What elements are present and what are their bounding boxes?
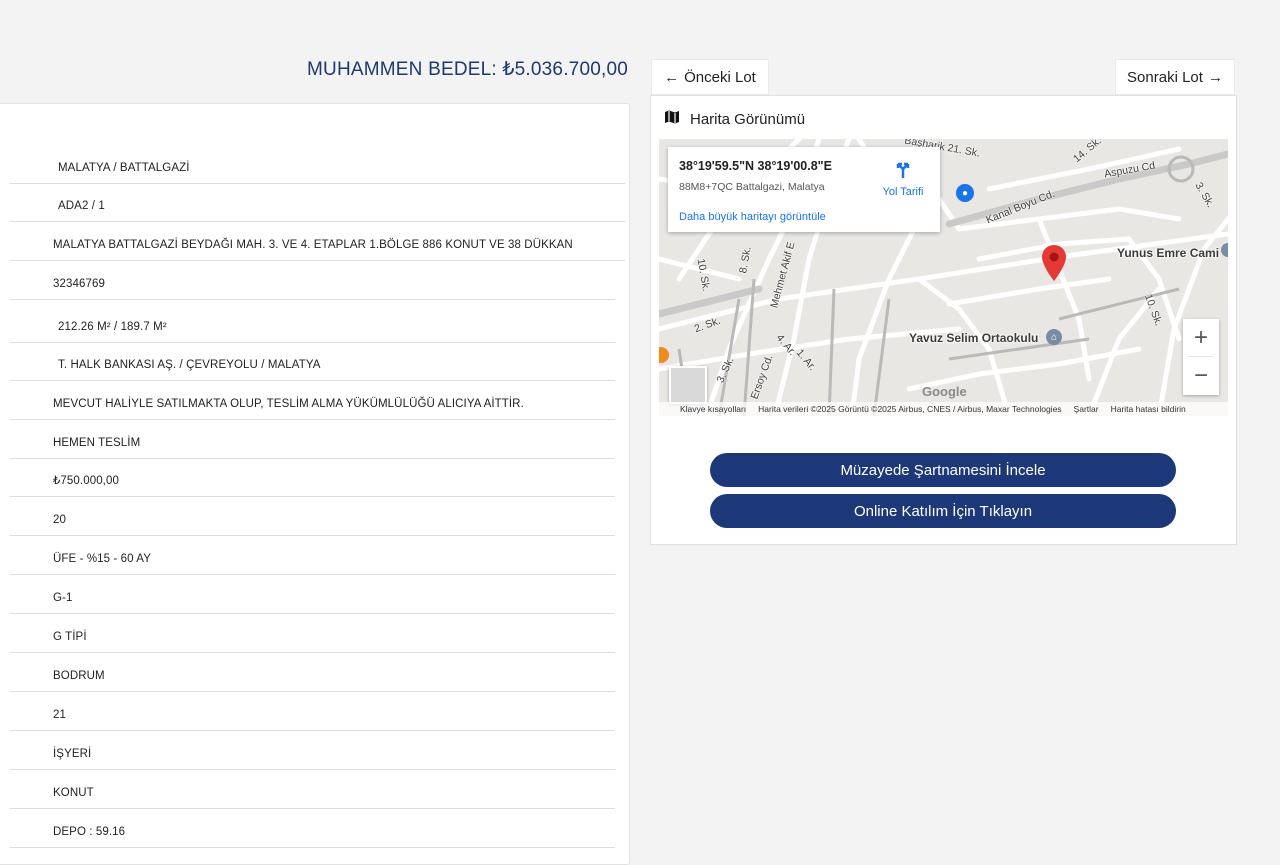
- directions-button[interactable]: Yol Tarifi: [873, 159, 933, 198]
- map-info-card: 38°19'59.5"N 38°19'00.8"E 88M8+7QC Batta…: [668, 147, 940, 232]
- detail-row: 212.26 M² / 189.7 M²: [10, 300, 615, 343]
- zoom-out-button[interactable]: −: [1183, 357, 1219, 394]
- detail-row: ADA2 / 1: [10, 184, 625, 222]
- school-label: Yavuz Selim Ortaokulu: [909, 331, 1039, 345]
- map-type-toggle[interactable]: [669, 366, 707, 404]
- terms-link[interactable]: Şartlar: [1074, 404, 1099, 414]
- price-heading: MUHAMMEN BEDEL: ₺5.036.700,00: [307, 58, 628, 81]
- map-attribution: Klavye kısayolları Harita verileri ©2025…: [659, 402, 1228, 416]
- map-data-text: Harita verileri ©2025 Görüntü ©2025 Airb…: [758, 404, 1062, 414]
- detail-row: DEPO : 59.16: [10, 809, 615, 848]
- mosque-label: Yunus Emre Cami: [1117, 246, 1220, 260]
- previous-lot-button[interactable]: ← Önceki Lot: [651, 59, 769, 95]
- school-icon: ⌂: [1046, 329, 1062, 345]
- mosque-icon: [1221, 243, 1228, 257]
- detail-row: MALATYA BATTALGAZİ BEYDAĞI MAH. 3. VE 4.…: [10, 222, 625, 261]
- google-map[interactable]: Yavuz Selim Ortaokulu ⌂ Yunus Emre Cami …: [659, 139, 1228, 416]
- detail-row: MALATYA / BATTALGAZİ: [10, 145, 625, 184]
- zoom-controls: + −: [1183, 319, 1219, 395]
- next-lot-button[interactable]: Sonraki Lot →: [1115, 59, 1235, 95]
- detail-row: 20: [10, 497, 615, 536]
- detail-row: G-1: [10, 575, 615, 614]
- online-participation-button[interactable]: Online Katılım İçin Tıklayın: [710, 494, 1176, 528]
- larger-map-link[interactable]: Daha büyük haritayı görüntüle: [679, 211, 826, 223]
- map-header: Harita Görünümü: [664, 109, 805, 129]
- report-error-link[interactable]: Harita hatası bildirin: [1111, 404, 1186, 414]
- detail-row: ₺750.000,00: [10, 459, 615, 497]
- detail-row: T. HALK BANKASI AŞ. / ÇEVREYOLU / MALATY…: [10, 343, 615, 381]
- price-value: ₺5.036.700,00: [502, 59, 628, 80]
- auction-specification-button[interactable]: Müzayede Şartnamesini İncele: [710, 453, 1176, 487]
- map-icon: [664, 109, 680, 129]
- lock-icon: ●: [956, 184, 974, 202]
- detail-row: G TİPİ: [10, 614, 615, 653]
- detail-row: 21: [10, 692, 615, 731]
- arrow-right-icon: →: [1207, 68, 1223, 86]
- map-title: Harita Görünümü: [690, 110, 806, 128]
- keyboard-shortcuts-link[interactable]: Klavye kısayolları: [680, 404, 746, 414]
- location-marker-icon[interactable]: [1042, 245, 1066, 286]
- coordinates: 38°19'59.5"N 38°19'00.8"E: [679, 159, 832, 173]
- zoom-in-button[interactable]: +: [1183, 319, 1219, 356]
- detail-row: İŞYERİ: [10, 731, 615, 770]
- arrow-left-icon: ←: [664, 68, 680, 86]
- map-panel: Harita Görünümü Yavuz Selim Ortaokulu ⌂ …: [650, 95, 1237, 545]
- plus-code-address: 88M8+7QC Battalgazi, Malatya: [679, 181, 825, 193]
- detail-row: KONUT: [10, 770, 615, 809]
- detail-row: MEVCUT HALİYLE SATILMAKTA OLUP, TESLİM A…: [10, 381, 615, 420]
- google-logo: Google: [922, 384, 967, 399]
- detail-row: HEMEN TESLİM: [10, 420, 615, 459]
- detail-row: 32346769: [10, 261, 615, 300]
- detail-row: BODRUM: [10, 653, 615, 692]
- detail-row: ÜFE - %15 - 60 AY: [10, 536, 615, 575]
- price-label: MUHAMMEN BEDEL:: [307, 59, 497, 80]
- directions-icon: [893, 162, 913, 183]
